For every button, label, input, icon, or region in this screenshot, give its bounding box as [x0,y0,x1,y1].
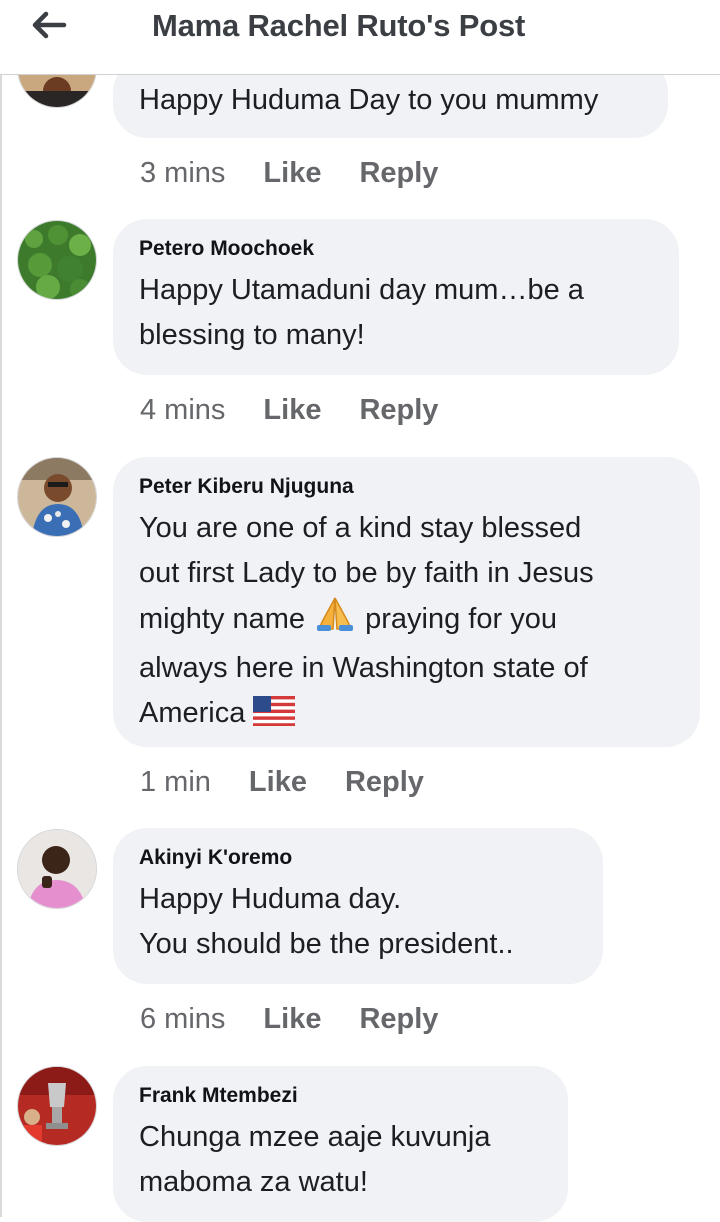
avatar-photo [18,1067,96,1145]
avatar-photo [18,830,96,908]
comment-text-line: You are one of a kind stay blessed [139,512,582,544]
arrow-left-icon [32,11,67,39]
commenter-avatar[interactable] [17,220,97,300]
comment-author[interactable]: Akinyi K'oremo [139,846,577,870]
comment-text-line: out first Lady to be by faith in Jesus [139,557,594,589]
comment-text: You are one of a kind stay blessed out f… [139,506,674,740]
comment-text: Happy Huduma day. You should be the pres… [139,877,577,967]
comment-text-line: You should be the president.. [139,928,514,960]
commenter-avatar[interactable] [17,829,97,909]
comment-text-line: mighty name praying for you [139,596,674,646]
comment-timestamp: 1 min [140,766,211,798]
reply-button[interactable]: Reply [359,390,438,430]
like-button[interactable]: Like [249,762,307,802]
reply-button[interactable]: Reply [359,153,438,193]
commenter-avatar[interactable] [17,457,97,537]
comment-text: Happy Utamaduni day mum…be a blessing to… [139,268,653,358]
comment-bubble[interactable]: Petero Moochoek Happy Utamaduni day mum…… [113,219,679,375]
comment-text-line: Happy Utamaduni day mum…be a [139,274,584,306]
comment-text: Chunga mzee aaje kuvunja maboma za watu! [139,1115,542,1205]
reply-button[interactable]: Reply [359,999,438,1039]
reply-button[interactable]: Reply [345,762,424,802]
like-button[interactable]: Like [263,153,321,193]
comment-bubble[interactable]: Akinyi K'oremo Happy Huduma day. You sho… [113,828,603,984]
comment-meta: 1 min Like Reply [140,762,462,802]
comment-text: Happy Huduma Day to you mummy [139,84,599,116]
comment-text-line: Happy Huduma day. [139,883,402,915]
comment-text-line: maboma za watu! [139,1166,368,1198]
comment-text-line: blessing to many! [139,319,365,351]
post-header: Mama Rachel Ruto's Post [0,0,720,75]
comment-feed[interactable]: Happy Huduma Day to you mummy 3 mins Like… [0,0,720,1222]
avatar-photo [18,458,96,536]
comment-timestamp: 3 mins [140,157,226,189]
comment-timestamp: 4 mins [140,394,226,426]
comment-text-line: always here in Washington state of [139,652,588,684]
comment-author[interactable]: Petero Moochoek [139,237,653,261]
page-title: Mama Rachel Ruto's Post [152,8,526,43]
back-button[interactable] [28,8,68,42]
comment-meta: 3 mins Like Reply [140,153,476,193]
comment-author[interactable]: Peter Kiberu Njuguna [139,475,674,499]
comment-text-fragment: America [139,697,246,729]
comment-author[interactable]: Frank Mtembezi [139,1084,542,1108]
comment-meta: 4 mins Like Reply [140,390,476,430]
folded-hands-icon [313,596,357,646]
comment-text-fragment: praying for you [365,603,557,635]
like-button[interactable]: Like [263,390,321,430]
comment-text-fragment: mighty name [139,603,306,635]
us-flag-icon [253,695,296,740]
avatar-photo [18,221,96,299]
like-button[interactable]: Like [263,999,321,1039]
commenter-avatar[interactable] [17,1066,97,1146]
comment-timestamp: 6 mins [140,1003,226,1035]
comment-bubble[interactable]: Frank Mtembezi Chunga mzee aaje kuvunja … [113,1066,568,1222]
comment-text-line: America [139,691,674,740]
comment-text-line: Chunga mzee aaje kuvunja [139,1121,491,1153]
comment-meta: 6 mins Like Reply [140,999,476,1039]
comment-bubble[interactable]: Peter Kiberu Njuguna You are one of a ki… [113,457,700,747]
